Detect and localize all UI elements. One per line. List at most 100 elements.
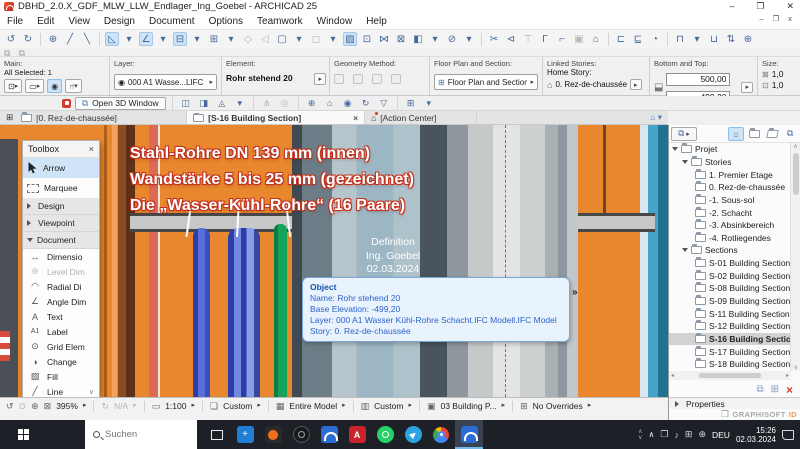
- tree-item-section[interactable]: S-02 Building Section (Auto-: [669, 269, 791, 282]
- layer-combination-icon[interactable]: ❏: [210, 401, 218, 412]
- scale-value[interactable]: 1:100: [165, 401, 186, 411]
- menu-document[interactable]: Document: [142, 16, 202, 27]
- flyout-icon[interactable]: ▸: [133, 401, 137, 409]
- trim-icon[interactable]: ▣: [572, 32, 586, 46]
- magic-wand-icon[interactable]: ◁: [258, 32, 272, 46]
- resize-icon[interactable]: ⋈: [377, 32, 391, 46]
- dropdown-icon[interactable]: ▾: [156, 32, 170, 46]
- tree-item-story[interactable]: -2. Schacht: [669, 206, 791, 219]
- quick-options-icon[interactable]: ⊞: [0, 111, 15, 124]
- guide-lines-icon[interactable]: ◺: [105, 32, 119, 46]
- marquee-tool-icon[interactable]: ▢: [275, 32, 289, 46]
- zoom-forward-icon[interactable]: ⊙: [19, 401, 27, 412]
- app-briefcase[interactable]: +: [231, 420, 259, 449]
- flyout-icon[interactable]: ▸: [588, 401, 592, 409]
- fit-in-window-icon[interactable]: ⊠: [44, 401, 52, 412]
- pen-set-value[interactable]: Custom: [374, 401, 403, 411]
- intersect-icon[interactable]: ⊤: [521, 32, 535, 46]
- perspective-icon[interactable]: ⌂: [323, 96, 337, 110]
- undo-icon[interactable]: ↺: [4, 32, 18, 46]
- tree-item-story[interactable]: -4. Rotliegendes: [669, 231, 791, 244]
- structure-display-value[interactable]: Entire Model: [289, 401, 337, 411]
- geometry-method-icon[interactable]: [334, 74, 344, 84]
- tree-vertical-scrollbar[interactable]: ∧∨: [790, 143, 800, 371]
- inject-parameters-icon[interactable]: ╲: [80, 32, 94, 46]
- show-hidden-icons[interactable]: ∧: [648, 430, 654, 439]
- flyout-icon[interactable]: ▸: [257, 401, 261, 409]
- tray-security-icon[interactable]: ⊞: [685, 429, 693, 440]
- menu-options[interactable]: Options: [202, 16, 250, 27]
- menu-view[interactable]: View: [61, 16, 97, 27]
- tab-action-center[interactable]: ⌂ [Action Center]: [365, 111, 477, 124]
- bottomtop-flyout[interactable]: ▸: [741, 82, 753, 93]
- tool-marquee[interactable]: Marquee: [23, 178, 99, 198]
- sun-study-icon[interactable]: ▽: [377, 96, 391, 110]
- layers-dialog-icon[interactable]: ⊑: [631, 32, 645, 46]
- app-whatsapp[interactable]: [371, 420, 399, 449]
- cooling-pipe-blue[interactable]: [193, 228, 210, 397]
- scroll-right-icon[interactable]: ▸: [786, 372, 789, 379]
- object-preview-button[interactable]: ⑁▾: [65, 79, 81, 93]
- dropdown-icon[interactable]: ▾: [122, 32, 136, 46]
- new-viewpoint-icon[interactable]: ⊞: [771, 384, 779, 395]
- flag-icon[interactable]: ⊏: [614, 32, 628, 46]
- tool-radial-dimension[interactable]: ◠Radial Di: [23, 279, 99, 294]
- camera-path-icon[interactable]: ◉: [341, 96, 355, 110]
- tree-item-projet[interactable]: Projet: [669, 143, 791, 156]
- lock-icon[interactable]: ◻: [309, 32, 323, 46]
- orientation-icon[interactable]: ↻: [101, 401, 109, 412]
- zoom-icon[interactable]: ⊕: [31, 401, 39, 412]
- camera-icon[interactable]: ⊓: [673, 32, 687, 46]
- structure-display-icon[interactable]: ▦: [276, 401, 285, 412]
- tray-network-icon[interactable]: ⊕: [698, 429, 706, 440]
- tool-angle-dimension[interactable]: ∠Angle Dim: [23, 294, 99, 309]
- scroll-buttons[interactable]: ∧∨: [638, 429, 642, 441]
- select-all-icon[interactable]: ▨: [343, 32, 357, 46]
- close-icon[interactable]: ×: [89, 144, 94, 154]
- 3d-axo-icon[interactable]: ◬: [215, 96, 229, 110]
- floorplan-dropdown[interactable]: ⊞ Floor Plan and Section... ▸: [434, 74, 538, 90]
- linked-stories-flyout[interactable]: ▸: [630, 79, 642, 90]
- tool-text[interactable]: AText: [23, 309, 99, 324]
- select-mode-button[interactable]: ◉: [47, 79, 62, 93]
- adjust-icon[interactable]: ⊲: [504, 32, 518, 46]
- taskbar-search[interactable]: [85, 420, 197, 449]
- layer-combination-value[interactable]: Custom: [223, 401, 252, 411]
- doc-minimize-icon[interactable]: –: [759, 14, 763, 23]
- dropdown-icon[interactable]: ▾: [326, 32, 340, 46]
- tree-item-section[interactable]: S-08 Building Section (Auto-: [669, 282, 791, 295]
- tree-item-sections[interactable]: Sections: [669, 244, 791, 257]
- story-settings-icon[interactable]: ◔: [648, 32, 662, 46]
- scroll-down-icon[interactable]: ∨: [89, 388, 94, 396]
- element-flyout-button[interactable]: ▸: [314, 73, 326, 85]
- delete-icon[interactable]: ×: [786, 383, 793, 397]
- publisher-icon[interactable]: ⧉: [782, 127, 798, 141]
- task-view-button[interactable]: [203, 420, 231, 449]
- tool-level-dimension[interactable]: ⊕Level Dim: [23, 264, 99, 279]
- toolbox-group-document[interactable]: Document: [23, 232, 99, 249]
- 3d-block-icon[interactable]: ◫: [179, 96, 193, 110]
- view-map-icon[interactable]: [746, 127, 762, 141]
- tree-item-section-selected[interactable]: S-16 Building Section (Auto: [669, 333, 791, 346]
- tree-item-story[interactable]: -1. Sous-sol: [669, 194, 791, 207]
- tree-item-story[interactable]: 1. Premier Etage: [669, 168, 791, 181]
- 3d-shaded-icon[interactable]: ◨: [197, 96, 211, 110]
- favorites-button[interactable]: ▭▸: [25, 79, 44, 93]
- app-chrome[interactable]: [427, 420, 455, 449]
- section-icon[interactable]: ⊔: [707, 32, 721, 46]
- stretch-icon[interactable]: ⊡: [360, 32, 374, 46]
- walk-mode-icon[interactable]: ⋔: [260, 96, 274, 110]
- menu-teamwork[interactable]: Teamwork: [250, 16, 310, 27]
- grid-view-icon[interactable]: ⊕: [305, 96, 319, 110]
- tool-dimension[interactable]: ↔Dimensio: [23, 249, 99, 264]
- zoom-value[interactable]: 395%: [56, 401, 78, 411]
- app-orange-ball[interactable]: [259, 420, 287, 449]
- tab-section-s16[interactable]: [S-16 Building Section] ×: [187, 111, 365, 124]
- project-map-icon[interactable]: ⌂: [728, 127, 744, 141]
- redo-icon[interactable]: ↻: [21, 32, 35, 46]
- tool-arrow[interactable]: Arrow: [23, 158, 99, 178]
- menu-file[interactable]: File: [0, 16, 30, 27]
- tool-grid-element[interactable]: ⊙Grid Elem: [23, 339, 99, 354]
- doc-close-icon[interactable]: x: [788, 14, 792, 23]
- tree-item-section[interactable]: S-01 Building Section (Auto-: [669, 257, 791, 270]
